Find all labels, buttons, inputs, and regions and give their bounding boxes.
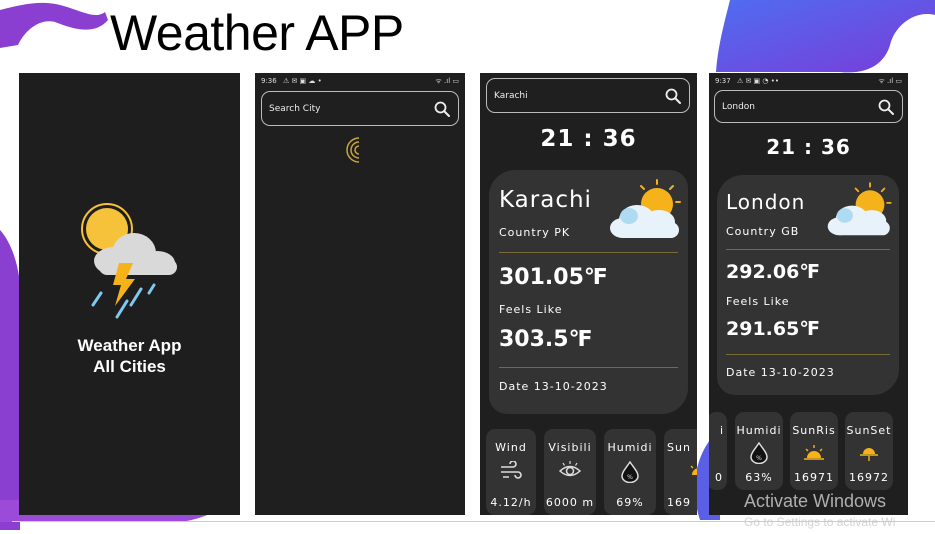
wind-icon xyxy=(501,461,522,479)
city-name: Karachi xyxy=(499,187,592,213)
status-time: 9:36 xyxy=(261,77,277,85)
loading-spinner-icon xyxy=(346,137,360,163)
slide-title: Weather APP xyxy=(110,5,404,61)
activate-windows-title: Activate Windows xyxy=(744,491,887,511)
search-value: Karachi xyxy=(494,90,528,101)
eye-icon xyxy=(558,461,582,477)
visibility-tile: Visibili 6000 m xyxy=(544,429,596,515)
tile-label: SunSet xyxy=(846,424,892,437)
feels-like-temp: 303.5℉ xyxy=(499,327,593,352)
tile-value: 6000 m xyxy=(545,496,595,509)
splash-title: Weather App xyxy=(77,336,182,355)
search-city-field[interactable]: Search City xyxy=(261,91,459,126)
weather-card: London Country GB 292.06℉ Feels Like 291… xyxy=(717,175,899,395)
karachi-weather-screen: Karachi 21 : 36 Karachi Country PK 301.0… xyxy=(480,73,697,515)
country-code: Country GB xyxy=(726,225,800,238)
tile-value: 16972 xyxy=(849,471,889,484)
tile-value: 169 xyxy=(667,496,691,509)
search-icon[interactable] xyxy=(665,88,681,104)
search-value: London xyxy=(722,101,755,112)
date: Date 13-10-2023 xyxy=(499,380,608,393)
date: Date 13-10-2023 xyxy=(726,366,835,379)
tile-value: 63% xyxy=(745,471,773,484)
status-time: 9:37 xyxy=(715,77,731,85)
temperature: 292.06℉ xyxy=(726,261,820,283)
partly-cloudy-icon xyxy=(610,179,681,238)
sun-cloud-lightning-icon xyxy=(81,203,177,319)
search-placeholder: Search City xyxy=(269,103,321,114)
sunrise-tile: Sun 169 xyxy=(664,429,697,515)
london-weather-screen: 9:37 ⚠ ✉ ▣ ◔ •• ᯤ .ıl ▭ London 21 : 36 L… xyxy=(709,73,908,515)
purple-wave-top-left xyxy=(0,2,108,48)
tile-value: 0 xyxy=(715,471,723,484)
sunset-icon xyxy=(860,448,878,461)
drop-icon: % xyxy=(621,461,639,483)
feels-like-label: Feels Like xyxy=(499,303,563,316)
search-icon[interactable] xyxy=(434,101,450,117)
wind-tile: Wind 4.12/h xyxy=(486,429,536,515)
search-icon[interactable] xyxy=(878,99,894,115)
search-city-field[interactable]: Karachi xyxy=(486,78,690,113)
feels-like-label: Feels Like xyxy=(726,295,790,308)
weather-card: Karachi Country PK 301.05℉ Feels Like 30… xyxy=(489,170,688,414)
temperature: 301.05℉ xyxy=(499,265,608,290)
divider xyxy=(499,252,678,253)
svg-text:%: % xyxy=(756,455,762,462)
city-name: London xyxy=(726,190,806,214)
sunrise-tile: SunRis 16971 xyxy=(790,412,838,490)
tile-value: 16971 xyxy=(794,471,834,484)
search-screen: 9:36 ⚠ ✉ ▣ ☁ • ᯤ .ıl ▭ Search City xyxy=(255,73,465,515)
search-city-field[interactable]: London xyxy=(714,90,903,123)
divider xyxy=(499,367,678,368)
slide: Weather APP Weather App All Cities 9:36 … xyxy=(0,0,935,534)
notification-icons: ⚠ ✉ ▣ ◔ •• xyxy=(736,77,779,85)
svg-text:%: % xyxy=(627,474,633,481)
sunrise-icon xyxy=(690,465,697,475)
status-right-icons: ᯤ .ıl ▭ xyxy=(878,77,902,85)
blue-wave-top-right xyxy=(716,0,935,73)
sunset-tile: SunSet 16972 xyxy=(845,412,893,490)
partly-cloudy-icon xyxy=(827,182,892,236)
activate-windows-subtitle: Go to Settings to activate Wi xyxy=(744,515,896,529)
humidity-tile: Humidi % 63% xyxy=(735,412,783,490)
partial-tile: i 0 xyxy=(709,412,727,490)
tile-label: Humidi xyxy=(736,424,782,437)
tile-value: 69% xyxy=(616,496,644,509)
notification-icons: ⚠ ✉ ▣ ☁ • xyxy=(282,77,322,85)
divider xyxy=(726,249,890,250)
tile-label: SunRis xyxy=(792,424,836,437)
divider xyxy=(726,354,890,355)
tile-label: Visibili xyxy=(548,441,592,454)
status-bar: 9:36 ⚠ ✉ ▣ ☁ • ᯤ .ıl ▭ xyxy=(261,77,459,89)
splash-screen: Weather App All Cities xyxy=(19,73,240,515)
tile-label: Humidi xyxy=(607,441,653,454)
status-bar: 9:37 ⚠ ✉ ▣ ◔ •• ᯤ .ıl ▭ xyxy=(715,77,902,89)
status-right-icons: ᯤ .ıl ▭ xyxy=(435,77,459,85)
humidity-tile: Humidi % 69% xyxy=(604,429,656,515)
tile-label: Wind xyxy=(495,441,527,454)
feels-like-temp: 291.65℉ xyxy=(726,318,820,340)
tile-label: Sun xyxy=(667,441,691,454)
tile-value: 4.12/h xyxy=(490,496,532,509)
drop-icon: % xyxy=(750,442,768,464)
current-time: 21 : 36 xyxy=(540,126,637,152)
splash-subtitle: All Cities xyxy=(93,357,166,376)
tile-label: i xyxy=(719,424,724,437)
current-time: 21 : 36 xyxy=(766,135,851,159)
sunrise-icon xyxy=(804,445,824,460)
country-code: Country PK xyxy=(499,226,571,239)
